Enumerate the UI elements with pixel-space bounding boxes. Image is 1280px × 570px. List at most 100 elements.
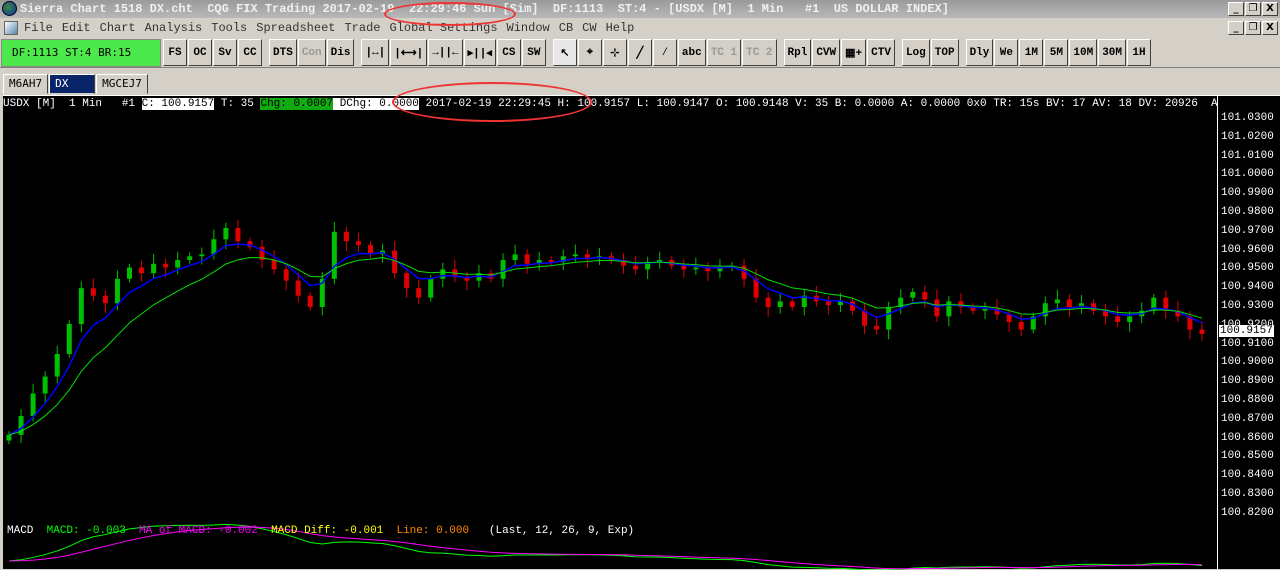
candle-body: [825, 301, 831, 306]
menu-cb[interactable]: CB: [559, 18, 573, 38]
menu-spreadsheet[interactable]: Spreadsheet: [256, 18, 335, 38]
candle-body: [78, 288, 84, 324]
toolbar-button[interactable]: Log: [901, 39, 930, 66]
toolbar-button[interactable]: CS: [496, 39, 521, 66]
candle-body: [1127, 316, 1133, 323]
candle-body: [500, 260, 506, 279]
candle-body: [331, 231, 337, 279]
price-tick-label: 100.8600: [1221, 431, 1274, 444]
menu-window[interactable]: Window: [507, 18, 550, 38]
toolbar-button[interactable]: Dis: [326, 39, 355, 66]
tab-mgcej7[interactable]: MGCEJ7: [96, 74, 148, 94]
restore-button[interactable]: ❐: [1245, 2, 1261, 16]
tab-dx[interactable]: DX: [49, 74, 96, 94]
candle-body: [307, 295, 313, 307]
price-tick-label: 100.9600: [1221, 243, 1274, 256]
menu-help[interactable]: Help: [606, 18, 635, 38]
minimize-button[interactable]: _: [1228, 2, 1244, 16]
candle-body: [90, 288, 96, 296]
candle-body: [1066, 299, 1072, 307]
candle-body: [693, 267, 699, 270]
toolbar-button[interactable]: ▸||◂: [463, 39, 496, 66]
toolbar-button[interactable]: Con: [297, 39, 326, 66]
toolbar-button[interactable]: ⌖: [577, 39, 602, 66]
candle-body: [777, 301, 783, 307]
toolbar-button[interactable]: 10M: [1069, 39, 1098, 66]
price-tick-label: 100.8700: [1221, 412, 1274, 425]
menu-file[interactable]: File: [24, 18, 53, 38]
toolbar-button[interactable]: CC: [238, 39, 262, 66]
macd-ma-value: MA of MACD: -0.002: [139, 525, 258, 537]
price-tick-label: 100.9100: [1221, 337, 1274, 350]
toolbar-button[interactable]: |↔|: [361, 39, 390, 66]
candle-body: [874, 325, 880, 330]
toolbar-button[interactable]: ╱: [627, 39, 652, 66]
candle-body: [271, 260, 277, 270]
toolbar-button[interactable]: CVW: [812, 39, 841, 66]
status-box: DF:1113 ST:4 BR:15: [1, 38, 161, 67]
price-plot: [6, 219, 1205, 570]
price-tick-label: 101.0100: [1221, 149, 1274, 162]
toolbar-button[interactable]: We: [994, 39, 1019, 66]
menu-chart[interactable]: Chart: [100, 18, 136, 38]
close-button[interactable]: X: [1262, 2, 1278, 16]
candle-body: [283, 269, 289, 281]
candle-body: [114, 278, 120, 304]
window-controls: _ ❐ X: [1228, 2, 1278, 16]
price-tick-label: 100.8800: [1221, 394, 1274, 406]
toolbar-button[interactable]: FS: [163, 39, 187, 66]
candle-body: [681, 265, 687, 270]
candle-body: [163, 263, 169, 268]
menu-tools[interactable]: Tools: [211, 18, 247, 38]
toolbar-button[interactable]: →||←: [428, 39, 463, 66]
candle-body: [1199, 329, 1205, 334]
candle-body: [343, 231, 349, 242]
menu-trade[interactable]: Trade: [344, 18, 380, 38]
macd-legend: MACD MACD: -0.003 MA of MACD: -0.002 MAC…: [7, 525, 634, 537]
toolbar-button[interactable]: Sv: [213, 39, 237, 66]
menu-edit[interactable]: Edit: [62, 18, 91, 38]
toolbar-button[interactable]: DTS: [269, 39, 297, 66]
macd-diff-value: MACD Diff: -0.001: [271, 525, 384, 537]
toolbar-button[interactable]: 1H: [1127, 39, 1152, 66]
candle-body: [102, 295, 108, 304]
toolbar-button[interactable]: ↖: [552, 39, 577, 66]
tab-m6ah7[interactable]: M6AH7: [3, 74, 49, 94]
price-tick-label: 100.8200: [1221, 506, 1274, 519]
price-tick-label: 101.0200: [1221, 130, 1274, 143]
doc-restore-button[interactable]: ❐: [1245, 21, 1261, 35]
toolbar-button[interactable]: Rpl: [783, 39, 812, 66]
candle-body: [199, 254, 205, 257]
toolbar-button[interactable]: Dly: [965, 39, 994, 66]
toolbar-button[interactable]: SW: [521, 39, 546, 66]
price-tick-label: 100.9700: [1221, 224, 1274, 237]
candle-body: [127, 267, 132, 279]
toolbar-button[interactable]: 1M: [1019, 39, 1044, 66]
candle-body: [548, 260, 554, 262]
toolbar-button[interactable]: TOP: [930, 39, 959, 66]
chart-area[interactable]: USDX [M] 1 Min #1 C: 100.9157 T: 35 Chg:…: [3, 95, 1280, 570]
toolbar-button[interactable]: CTV: [867, 39, 895, 66]
candle-body: [187, 256, 193, 260]
candle-body: [1018, 322, 1024, 330]
menu-cw[interactable]: CW: [582, 18, 596, 38]
doc-minimize-button[interactable]: _: [1228, 21, 1244, 35]
toolbar-button[interactable]: TC 1: [706, 39, 742, 66]
chart-tabs: M6AH7 DX MGCEJ7: [0, 72, 149, 94]
toolbar-button[interactable]: OC: [188, 39, 212, 66]
fast-moving-average-line: [8, 243, 1203, 436]
toolbar-button[interactable]: TC 2: [742, 39, 777, 66]
menu-analysis[interactable]: Analysis: [145, 18, 203, 38]
toolbar-button[interactable]: abc: [677, 39, 706, 66]
doc-close-button[interactable]: X: [1262, 21, 1278, 35]
toolbar-button[interactable]: 30M: [1098, 39, 1127, 66]
candle-body: [922, 291, 928, 300]
toolbar-button[interactable]: ⁄: [652, 39, 677, 66]
toolbar-button[interactable]: |⟷|: [390, 39, 428, 66]
candle-body: [416, 288, 422, 298]
candle-body: [404, 273, 410, 289]
toolbar-button[interactable]: 5M: [1044, 39, 1069, 66]
toolbar-button[interactable]: ▦+: [841, 39, 867, 66]
toolbar-button[interactable]: ⊹: [602, 39, 627, 66]
price-tick-label: 100.8900: [1221, 375, 1274, 388]
